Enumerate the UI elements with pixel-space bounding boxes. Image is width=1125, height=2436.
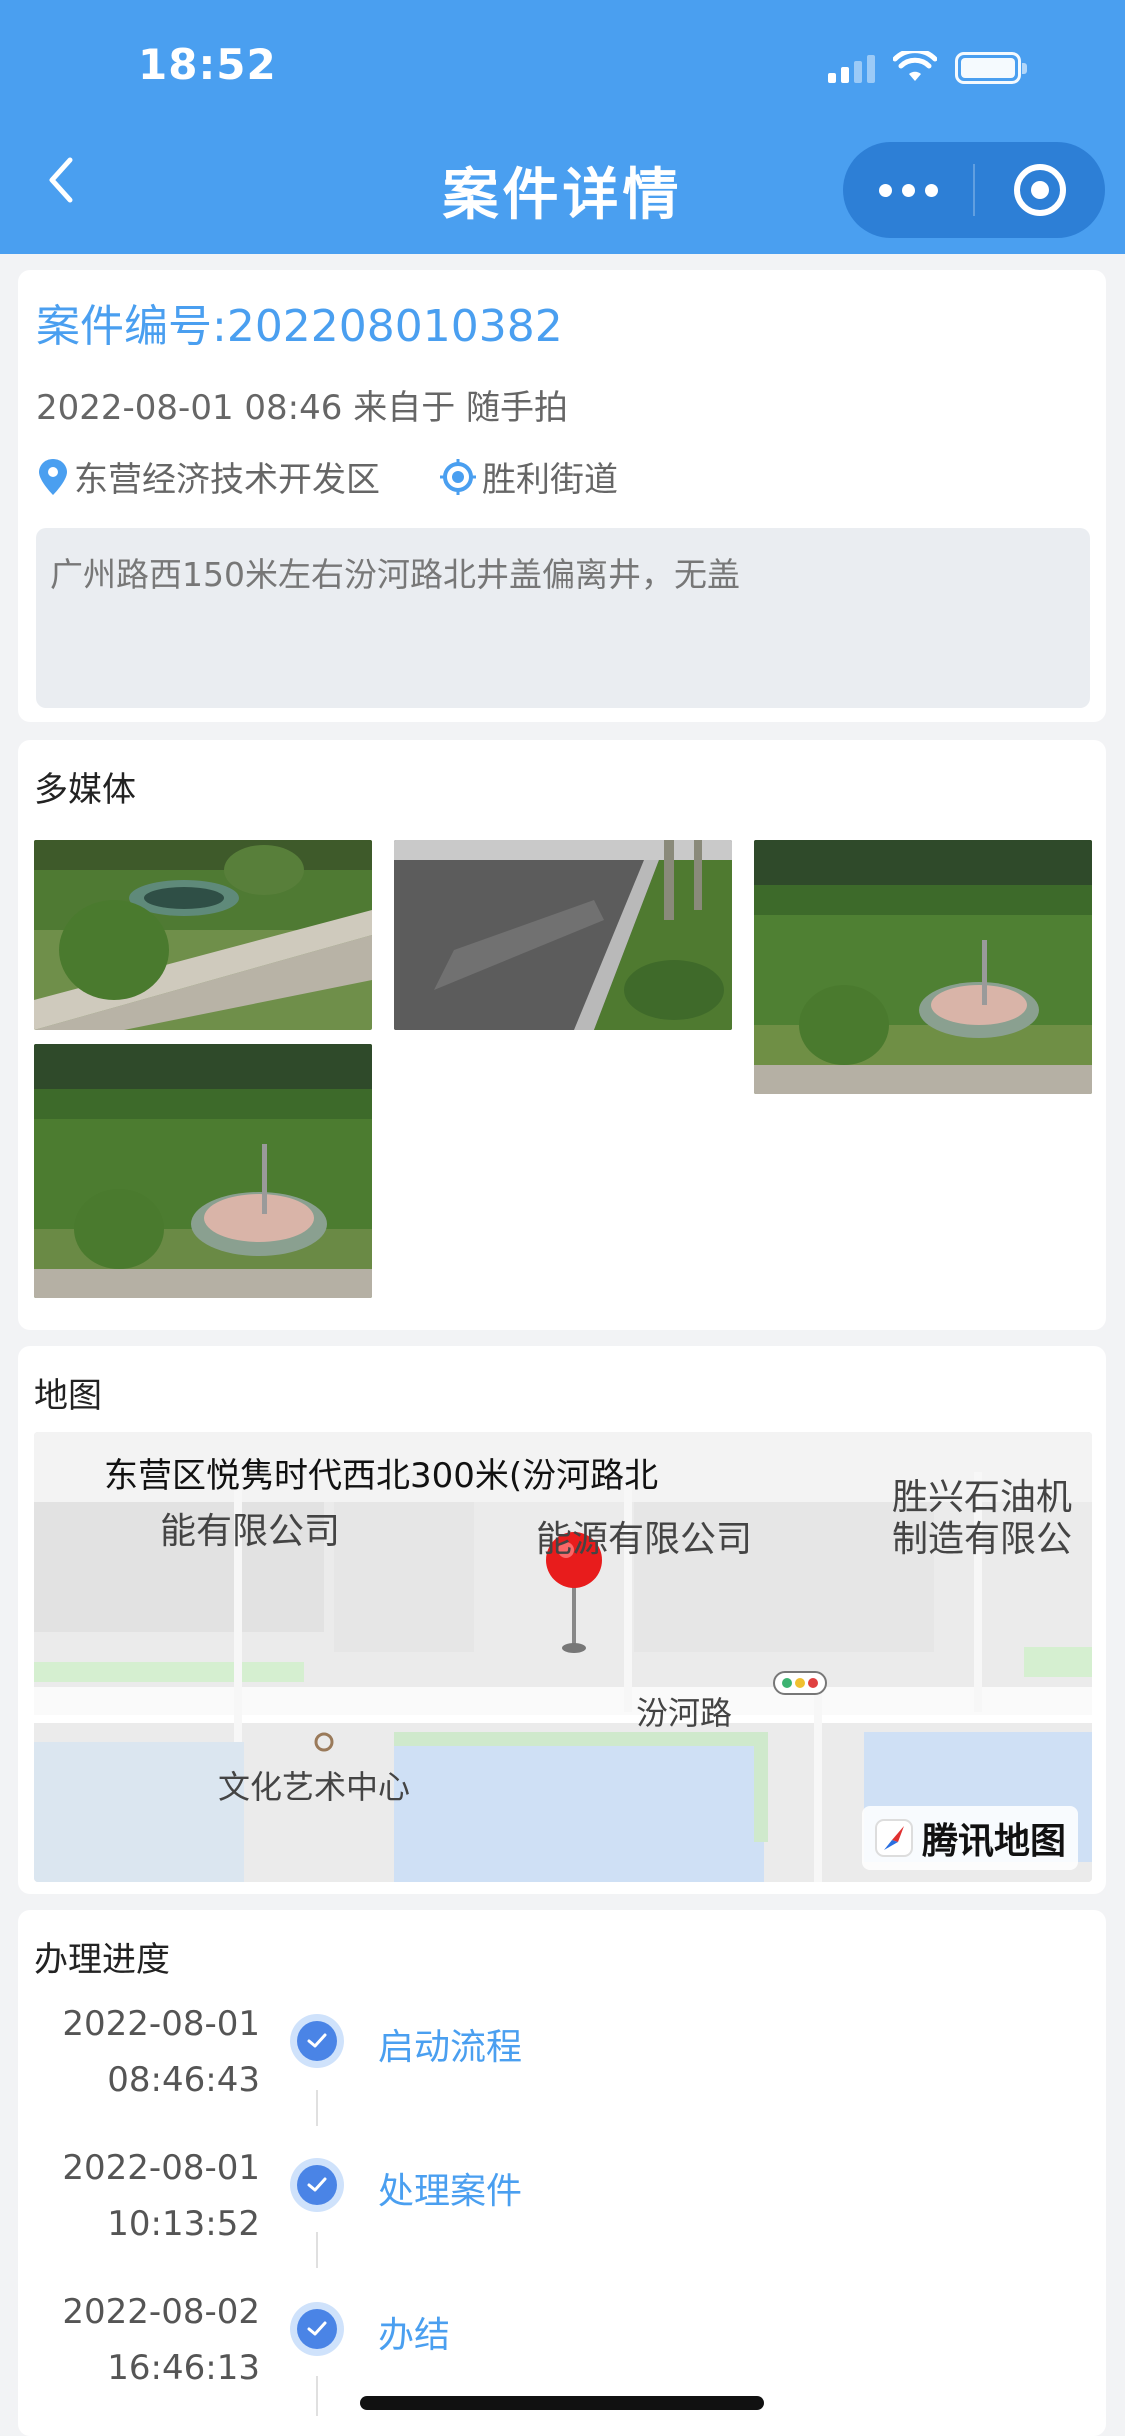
step-1-datetime: 2022-08-01 08:46:43: [18, 1996, 260, 2108]
case-description: 广州路西150米左右汾河路北井盖偏离井，无盖: [36, 528, 1090, 708]
step-3-connector: [316, 2376, 318, 2416]
map-road-label: 汾河路: [636, 1694, 733, 1732]
progress-card: 办理进度 2022-08-01 08:46:43 启动流程 2022-08-01…: [18, 1910, 1106, 2436]
home-indicator[interactable]: [360, 2396, 764, 2410]
street-tag: 胜利街道: [438, 452, 618, 501]
miniprogram-capsule: [843, 142, 1105, 238]
app-header: 18:52 案件详情: [0, 0, 1125, 254]
map-view[interactable]: 东营区悦隽时代西北300米(汾河路北 能有限公司 能源有限公司 胜兴石油机 制造…: [34, 1432, 1092, 1882]
tencent-map-logo: 腾讯地图: [861, 1806, 1078, 1870]
locate-icon: [440, 458, 476, 495]
case-info-card: 案件编号:202208010382 2022-08-01 08:46 来自于 随…: [18, 270, 1106, 722]
close-target-button[interactable]: [975, 164, 1105, 216]
more-icon[interactable]: [843, 183, 973, 197]
progress-title: 办理进度: [34, 1940, 170, 1980]
battery-icon: [955, 52, 1027, 84]
map-poi-label: 文化艺术中心: [218, 1768, 411, 1806]
step-3-check-icon: [290, 2302, 344, 2356]
signal-icon: [828, 53, 875, 83]
case-meta: 2022-08-01 08:46 来自于 随手拍: [36, 388, 568, 428]
map-label-2: 能源有限公司: [536, 1519, 753, 1560]
map-provider: 腾讯地图: [921, 1821, 1066, 1862]
step-2-check-icon: [290, 2158, 344, 2212]
step-1-name: 启动流程: [378, 2027, 523, 2068]
step-1-time: 08:46:43: [107, 2060, 260, 2100]
step-3-date: 2022-08-02: [62, 2292, 260, 2332]
step-3-datetime: 2022-08-02 16:46:13: [18, 2284, 260, 2396]
map-address-bubble: 东营区悦隽时代西北300米(汾河路北: [104, 1456, 659, 1496]
district-label: 东营经济技术开发区: [74, 460, 380, 500]
target-icon: [1014, 164, 1066, 216]
step-3-time: 16:46:13: [107, 2348, 260, 2388]
step-1-connector: [316, 2090, 318, 2126]
map-title: 地图: [34, 1376, 102, 1416]
media-title: 多媒体: [34, 770, 136, 810]
media-photo-4[interactable]: [34, 1044, 372, 1298]
location-pin-icon: [39, 458, 67, 495]
district-tag: 东营经济技术开发区: [36, 452, 380, 501]
media-photo-1[interactable]: [34, 840, 372, 1030]
step-1-check-icon: [290, 2014, 344, 2068]
step-2-datetime: 2022-08-01 10:13:52: [18, 2140, 260, 2252]
status-time: 18:52: [138, 40, 277, 89]
media-photo-2[interactable]: [394, 840, 732, 1030]
media-photo-3[interactable]: [754, 840, 1092, 1094]
location-row: 东营经济技术开发区 胜利街道: [36, 452, 676, 501]
street-label: 胜利街道: [482, 460, 618, 500]
case-number: 案件编号:202208010382: [36, 301, 563, 352]
wifi-icon: [893, 51, 937, 81]
map-label-4: 制造有限公: [892, 1519, 1073, 1560]
step-2-connector: [316, 2232, 318, 2268]
step-2-date: 2022-08-01: [62, 2148, 260, 2188]
step-2-time: 10:13:52: [107, 2204, 260, 2244]
map-label-1: 能有限公司: [160, 1511, 341, 1552]
status-icons: [828, 48, 1027, 88]
step-3-name: 办结: [378, 2315, 451, 2356]
step-1-date: 2022-08-01: [62, 2004, 260, 2044]
step-2-name: 处理案件: [378, 2171, 523, 2212]
media-card: 多媒体: [18, 740, 1106, 1330]
compass-icon: [874, 1819, 913, 1857]
map-card: 地图 东营区悦隽时代西北300米(汾河路北 能有限公司 能源有限公司 胜兴石油机…: [18, 1346, 1106, 1894]
